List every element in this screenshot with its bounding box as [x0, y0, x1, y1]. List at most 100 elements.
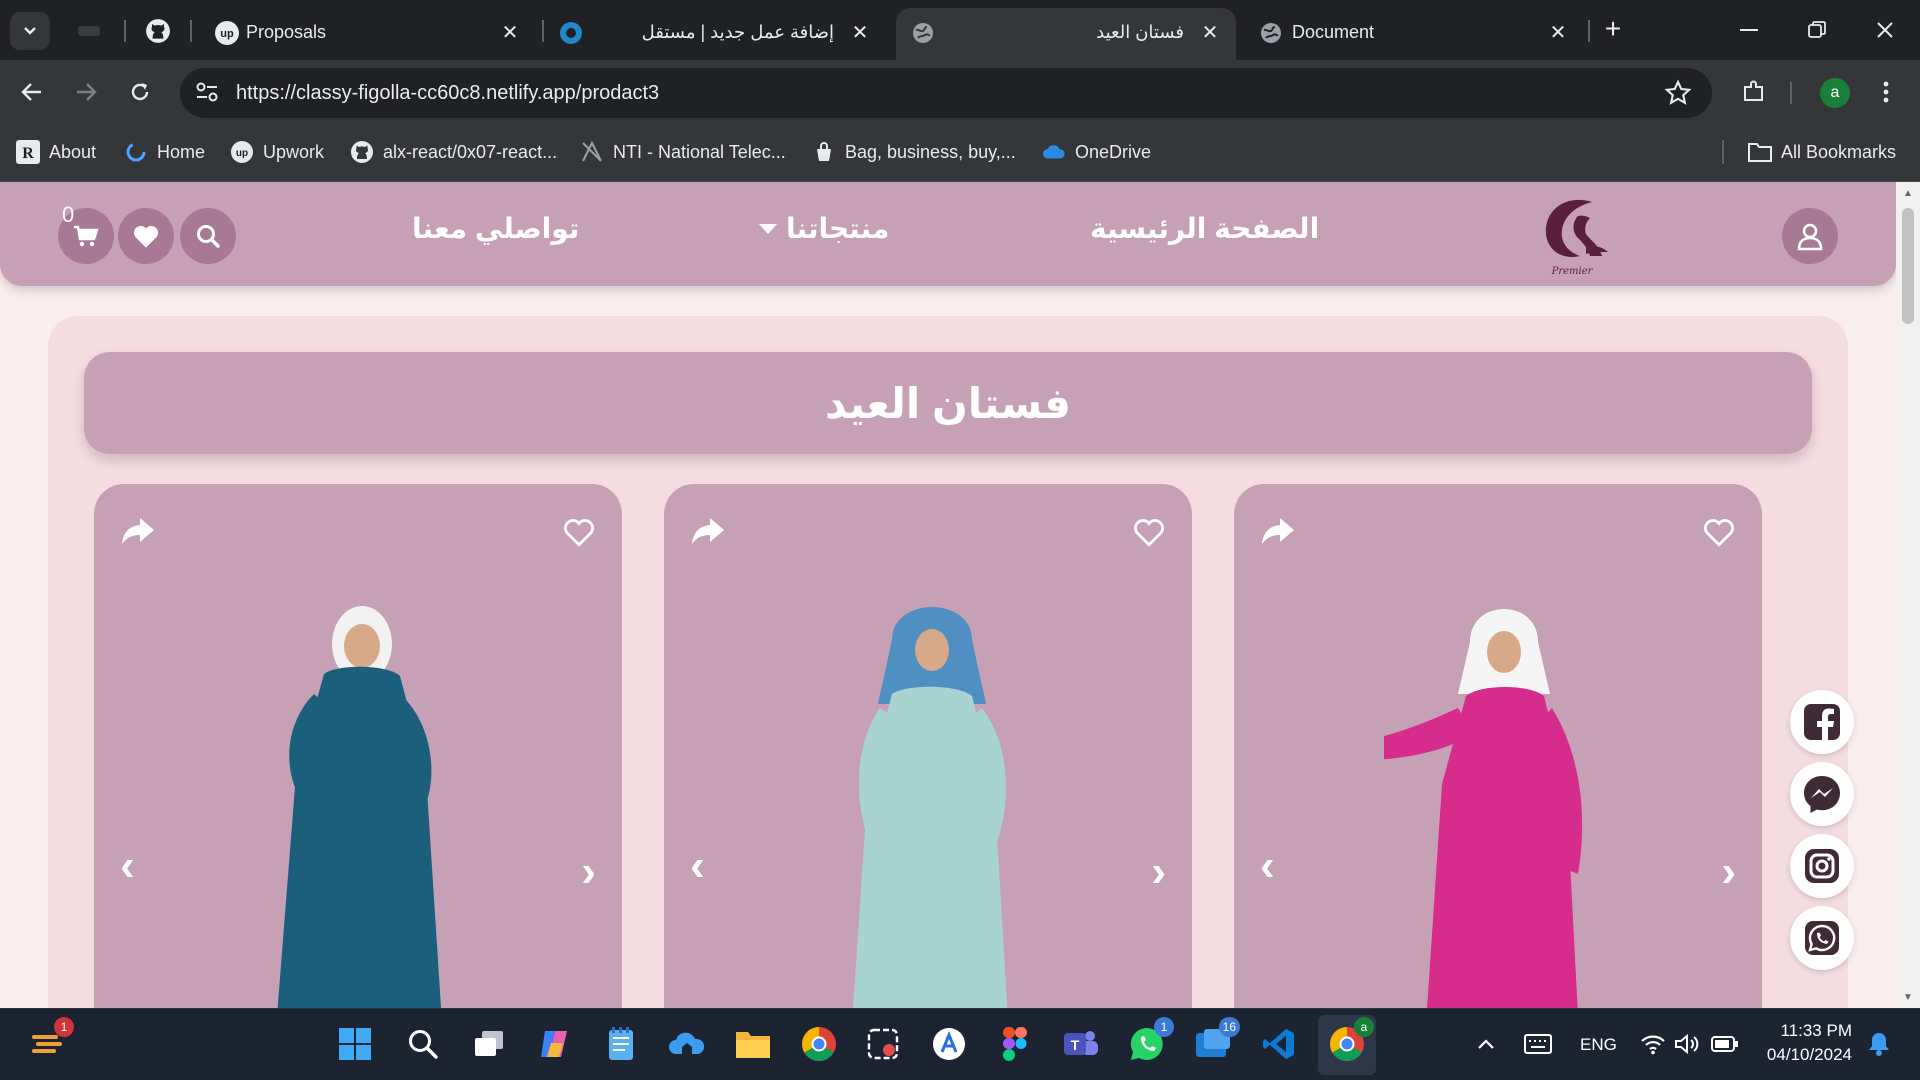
- volume-icon: [1675, 1033, 1699, 1055]
- carousel-next-button[interactable]: ›: [1151, 850, 1166, 894]
- vscode-button[interactable]: [1258, 1023, 1300, 1065]
- all-bookmarks-button[interactable]: All Bookmarks: [1748, 138, 1896, 166]
- keyboard-button[interactable]: [1520, 1023, 1556, 1065]
- heart-outline-icon[interactable]: [1702, 516, 1736, 548]
- scroll-up-arrow-icon[interactable]: ▲: [1902, 188, 1914, 199]
- close-tab-icon[interactable]: ✕: [848, 20, 872, 44]
- tab-document[interactable]: Document ✕: [1244, 8, 1584, 60]
- carousel-prev-button[interactable]: ‹: [120, 844, 135, 888]
- close-tab-icon[interactable]: ✕: [1546, 20, 1570, 44]
- instagram-button[interactable]: [1790, 834, 1854, 898]
- page-scrollbar[interactable]: ▲ ▼: [1896, 182, 1920, 1008]
- product-card[interactable]: ‹ ›: [1234, 484, 1762, 1008]
- carousel-prev-button[interactable]: ‹: [1260, 844, 1275, 888]
- messenger-button[interactable]: [1790, 762, 1854, 826]
- facebook-button[interactable]: [1790, 690, 1854, 754]
- nav-home-link[interactable]: الصفحة الرئيسية: [1090, 212, 1319, 245]
- chrome-profile-button[interactable]: a: [1326, 1017, 1374, 1065]
- bookmark-bag[interactable]: Bag, business, buy,...: [812, 138, 1016, 166]
- start-button[interactable]: [334, 1023, 376, 1065]
- carousel-next-button[interactable]: ›: [581, 850, 596, 894]
- upwork-icon: up: [214, 20, 240, 46]
- back-button[interactable]: [14, 74, 50, 110]
- scroll-down-arrow-icon[interactable]: ▼: [1902, 992, 1914, 1003]
- tab-proposals[interactable]: up Proposals ✕: [200, 8, 536, 60]
- menu-button[interactable]: [1868, 74, 1904, 110]
- heart-outline-icon[interactable]: [1132, 516, 1166, 548]
- pinned-tab-alx[interactable]: [72, 14, 106, 48]
- copilot-button[interactable]: [534, 1023, 576, 1065]
- chevron-up-icon: [1478, 1039, 1494, 1049]
- task-view-button[interactable]: [468, 1023, 510, 1065]
- tab-search-button[interactable]: [10, 12, 50, 50]
- notifications-button[interactable]: [1862, 1023, 1896, 1065]
- figma-button[interactable]: [994, 1023, 1036, 1065]
- share-icon[interactable]: [1260, 516, 1296, 546]
- share-icon[interactable]: [690, 516, 726, 546]
- account-button[interactable]: [1782, 208, 1838, 264]
- snipping-tool-button[interactable]: [862, 1023, 904, 1065]
- clock-time: 11:33 PM: [1780, 1021, 1852, 1040]
- extensions-button[interactable]: [1736, 74, 1772, 110]
- bookmark-label: alx-react/0x07-react...: [383, 141, 558, 162]
- volume-button[interactable]: [1670, 1023, 1704, 1065]
- heart-outline-icon[interactable]: [562, 516, 596, 548]
- globe-icon: [1258, 20, 1284, 46]
- bookmark-nti[interactable]: NTI - National Telec...: [580, 138, 786, 166]
- bookmark-onedrive[interactable]: OneDrive: [1042, 138, 1151, 166]
- weather-widget[interactable]: 1: [26, 1017, 74, 1065]
- wifi-button[interactable]: [1636, 1023, 1670, 1065]
- notepad-button[interactable]: [600, 1023, 642, 1065]
- wishlist-button[interactable]: [118, 208, 174, 264]
- tab-title: فستان العيد: [1096, 22, 1184, 42]
- product-card[interactable]: ‹ ›: [664, 484, 1192, 1008]
- minimize-button[interactable]: [1726, 10, 1772, 50]
- carousel-prev-button[interactable]: ‹: [690, 844, 705, 888]
- heart-icon: [133, 225, 159, 248]
- close-tab-icon[interactable]: ✕: [498, 20, 522, 44]
- bookmark-home[interactable]: Home: [124, 138, 205, 166]
- brand-logo[interactable]: Premier: [1530, 192, 1614, 278]
- product-card[interactable]: ‹ ›: [94, 484, 622, 1008]
- forward-button[interactable]: [68, 74, 104, 110]
- bookmark-label: About: [49, 141, 97, 162]
- clock[interactable]: 11:33 PM 04/10/2024: [1756, 1021, 1852, 1065]
- language-indicator[interactable]: ENG: [1580, 1035, 1617, 1055]
- tab-title: إضافة عمل جديد | مستقل: [641, 22, 834, 42]
- whatsapp-taskbar-button[interactable]: 1: [1126, 1017, 1174, 1065]
- carousel-next-button[interactable]: ›: [1721, 850, 1736, 894]
- bookmark-upwork[interactable]: up Upwork: [230, 138, 324, 166]
- scrollbar-thumb[interactable]: [1902, 208, 1914, 324]
- close-window-button[interactable]: [1862, 10, 1908, 50]
- address-bar[interactable]: https://classy-figolla-cc60c8.netlify.ap…: [180, 68, 1712, 118]
- file-explorer-button[interactable]: [732, 1023, 774, 1065]
- reload-button[interactable]: [122, 74, 158, 110]
- pinned-tab-github[interactable]: [141, 14, 175, 48]
- app-store-button[interactable]: [928, 1023, 970, 1065]
- tab-mostaql[interactable]: إضافة عمل جديد | مستقل ✕: [550, 8, 886, 60]
- bookmark-github[interactable]: alx-react/0x07-react...: [350, 138, 557, 166]
- nav-contact-link[interactable]: تواصلي معنا: [412, 212, 579, 245]
- new-tab-button[interactable]: +: [1598, 13, 1628, 44]
- notepad-icon: [609, 1027, 633, 1060]
- profile-avatar[interactable]: a: [1820, 78, 1850, 108]
- search-button[interactable]: [180, 208, 236, 264]
- site-info-icon[interactable]: [194, 80, 222, 106]
- show-hidden-icons-button[interactable]: [1470, 1023, 1502, 1065]
- chrome-taskbar-button[interactable]: [798, 1023, 840, 1065]
- teams-work-button[interactable]: 16: [1192, 1017, 1240, 1065]
- nav-products-dropdown[interactable]: منتجاتنا: [758, 212, 889, 245]
- teams-button[interactable]: T: [1060, 1023, 1102, 1065]
- tab-eid-dress[interactable]: فستان العيد ✕: [896, 8, 1236, 60]
- loader-icon: [124, 140, 148, 164]
- onedrive-taskbar-button[interactable]: [666, 1023, 708, 1065]
- bookmark-about[interactable]: R About: [16, 138, 96, 166]
- whatsapp-button[interactable]: [1790, 906, 1854, 970]
- close-tab-icon[interactable]: ✕: [1198, 20, 1222, 44]
- restore-button[interactable]: [1794, 10, 1840, 50]
- teams-badge: 16: [1218, 1017, 1240, 1037]
- bookmark-star-icon[interactable]: [1664, 79, 1692, 107]
- taskbar-search-button[interactable]: [402, 1023, 444, 1065]
- share-icon[interactable]: [120, 516, 156, 546]
- battery-button[interactable]: [1708, 1023, 1742, 1065]
